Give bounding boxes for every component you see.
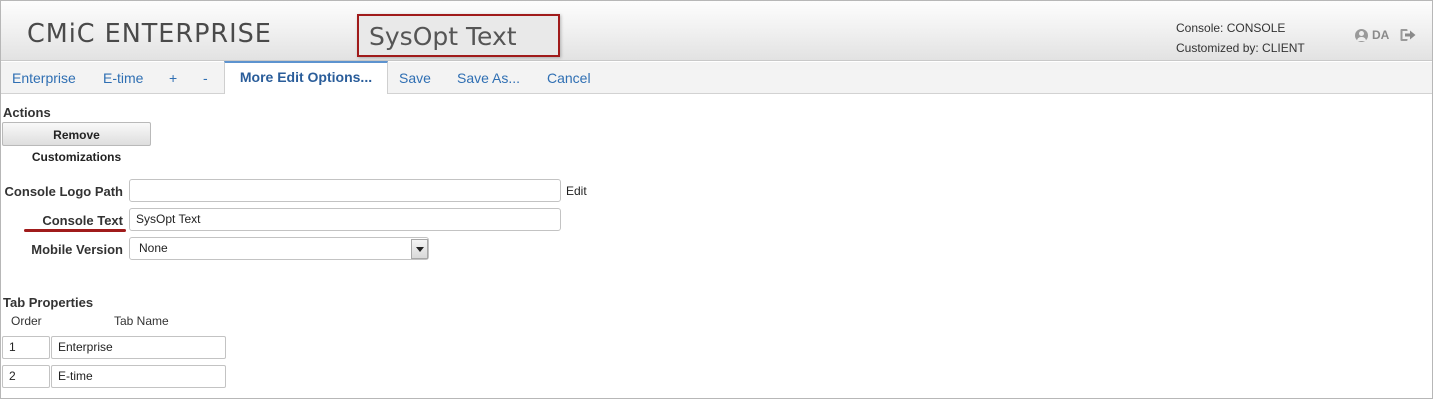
console-text-label: Console Text (42, 213, 123, 228)
user-icon (1355, 28, 1368, 42)
customized-info: Customized by: CLIENT (1176, 41, 1305, 55)
order-cell[interactable]: 1 (2, 336, 50, 359)
order-cell[interactable]: 2 (2, 365, 50, 388)
console-title-box: SysOpt Text (357, 14, 560, 57)
edit-logo-link[interactable]: Edit (566, 184, 587, 198)
user-initials: DA (1372, 28, 1390, 42)
console-text-input[interactable]: SysOpt Text (129, 208, 561, 231)
brand-logo-text: CMiC ENTERPRISE (27, 19, 272, 49)
order-column-header: Order (11, 314, 42, 328)
tab-name-column-header: Tab Name (114, 314, 169, 328)
add-tab-button[interactable]: + (169, 62, 177, 94)
console-logo-path-label: Console Logo Path (4, 184, 123, 199)
tab-name-cell[interactable]: E-time (51, 365, 226, 388)
chevron-down-icon[interactable] (411, 239, 428, 259)
toolbar: Enterprise E-time + - More Edit Options.… (1, 61, 1432, 94)
save-button[interactable]: Save (399, 62, 431, 94)
remove-customizations-button[interactable]: Remove Customizations (2, 122, 151, 164)
logout-icon[interactable] (1400, 28, 1416, 42)
tab-e-time[interactable]: E-time (103, 62, 143, 94)
tab-enterprise[interactable]: Enterprise (12, 62, 76, 94)
console-logo-path-input[interactable] (129, 179, 561, 202)
console-info: Console: CONSOLE (1176, 21, 1286, 35)
tab-properties-heading: Tab Properties (3, 295, 94, 310)
tab-name-cell[interactable]: Enterprise (51, 336, 226, 359)
mobile-version-select[interactable]: None (129, 237, 429, 260)
cancel-button[interactable]: Cancel (547, 62, 591, 94)
highlight-underline (24, 229, 126, 232)
remove-tab-button[interactable]: - (203, 62, 208, 94)
more-edit-options-tab[interactable]: More Edit Options... (224, 61, 388, 94)
user-menu[interactable]: DA (1355, 28, 1389, 42)
app-header: CMiC ENTERPRISE SysOpt Text Console: CON… (1, 1, 1432, 61)
header-info: Console: CONSOLE Customized by: CLIENT (1176, 18, 1305, 58)
console-title: SysOpt Text (369, 22, 517, 51)
actions-heading: Actions (3, 105, 51, 120)
save-as-button[interactable]: Save As... (457, 62, 520, 94)
mobile-version-label: Mobile Version (31, 242, 123, 257)
